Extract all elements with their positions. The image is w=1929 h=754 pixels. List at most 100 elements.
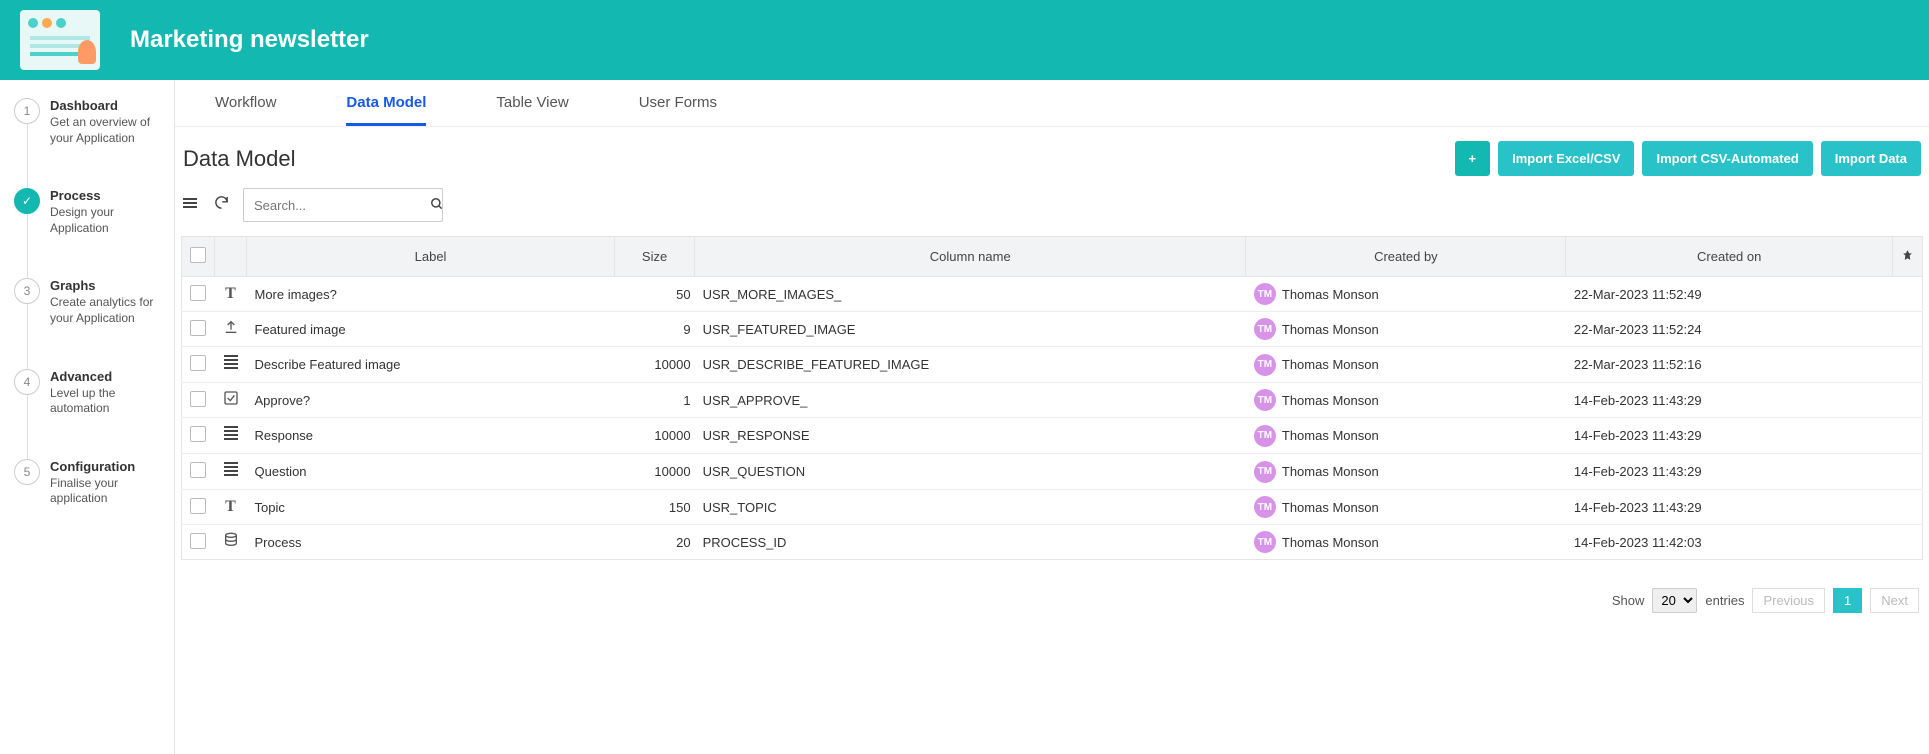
tab-table-view[interactable]: Table View	[496, 94, 568, 126]
cell-createdby: TMThomas Monson	[1246, 383, 1566, 418]
row-checkbox[interactable]	[190, 533, 206, 549]
search-icon[interactable]	[430, 197, 444, 214]
cell-column: PROCESS_ID	[695, 525, 1246, 560]
tab-workflow[interactable]: Workflow	[215, 94, 276, 126]
step-connector	[27, 395, 28, 459]
cell-pin	[1893, 454, 1923, 490]
row-checkbox[interactable]	[190, 391, 206, 407]
cell-createdon: 14-Feb-2023 11:42:03	[1566, 525, 1893, 560]
table-row[interactable]: Process20PROCESS_IDTMThomas Monson14-Feb…	[182, 525, 1923, 560]
import-excel-button[interactable]: Import Excel/CSV	[1498, 141, 1634, 176]
action-buttons: + Import Excel/CSV Import CSV-Automated …	[1455, 141, 1922, 176]
column-header-createdby[interactable]: Created by	[1246, 237, 1566, 277]
tabs: Workflow Data Model Table View User Forms	[175, 80, 1929, 127]
table-row[interactable]: TMore images?50USR_MORE_IMAGES_TMThomas …	[182, 277, 1923, 312]
cell-column: USR_MORE_IMAGES_	[695, 277, 1246, 312]
table-row[interactable]: Response10000USR_RESPONSETMThomas Monson…	[182, 418, 1923, 454]
sidebar-step-graphs[interactable]: 3GraphsCreate analytics for your Applica…	[14, 278, 164, 326]
cell-label: More images?	[247, 277, 615, 312]
import-csv-auto-button[interactable]: Import CSV-Automated	[1642, 141, 1812, 176]
column-header-pin[interactable]	[1893, 237, 1923, 277]
row-checkbox[interactable]	[190, 320, 206, 336]
step-title: Dashboard	[50, 98, 164, 113]
cell-column: USR_FEATURED_IMAGE	[695, 312, 1246, 347]
tab-user-forms[interactable]: User Forms	[639, 94, 717, 126]
add-button[interactable]: +	[1455, 141, 1491, 176]
table-row[interactable]: Featured image9USR_FEATURED_IMAGETMThoma…	[182, 312, 1923, 347]
pagination: Show 20 entries Previous 1 Next	[181, 560, 1923, 621]
toolbar	[181, 188, 1923, 236]
page-title: Data Model	[183, 146, 296, 172]
cell-column: USR_RESPONSE	[695, 418, 1246, 454]
row-checkbox[interactable]	[190, 285, 206, 301]
cell-createdby: TMThomas Monson	[1246, 525, 1566, 560]
avatar: TM	[1254, 425, 1276, 447]
page-size-select[interactable]: 20	[1652, 588, 1697, 613]
cell-size: 50	[615, 277, 695, 312]
avatar: TM	[1254, 496, 1276, 518]
pagination-show-label: Show	[1612, 593, 1645, 608]
column-header-createdon[interactable]: Created on	[1566, 237, 1893, 277]
menu-icon[interactable]	[183, 195, 201, 215]
cell-size: 10000	[615, 418, 695, 454]
cell-label: Approve?	[247, 383, 615, 418]
avatar: TM	[1254, 389, 1276, 411]
avatar: TM	[1254, 461, 1276, 483]
table-row[interactable]: Approve?1USR_APPROVE_TMThomas Monson14-F…	[182, 383, 1923, 418]
search-box[interactable]	[243, 188, 443, 222]
step-title: Graphs	[50, 278, 164, 293]
column-header-column[interactable]: Column name	[695, 237, 1246, 277]
search-input[interactable]	[254, 198, 430, 213]
cell-createdby: TMThomas Monson	[1246, 277, 1566, 312]
step-number-icon: 4	[14, 369, 40, 395]
cell-label: Featured image	[247, 312, 615, 347]
cell-column: USR_TOPIC	[695, 490, 1246, 525]
sidebar-step-dashboard[interactable]: 1DashboardGet an overview of your Applic…	[14, 98, 164, 146]
cell-createdon: 14-Feb-2023 11:43:29	[1566, 418, 1893, 454]
row-checkbox[interactable]	[190, 462, 206, 478]
row-checkbox[interactable]	[190, 426, 206, 442]
column-header-select[interactable]	[182, 237, 215, 277]
cell-size: 20	[615, 525, 695, 560]
type-icon	[215, 454, 247, 490]
next-page-button[interactable]: Next	[1870, 588, 1919, 613]
pagination-entries-label: entries	[1705, 593, 1744, 608]
refresh-icon[interactable]	[213, 194, 231, 216]
tab-data-model[interactable]: Data Model	[346, 94, 426, 126]
avatar: TM	[1254, 318, 1276, 340]
sidebar-step-configuration[interactable]: 5ConfigurationFinalise your application	[14, 459, 164, 507]
cell-column: USR_DESCRIBE_FEATURED_IMAGE	[695, 347, 1246, 383]
step-number-icon: 1	[14, 98, 40, 124]
cell-column: USR_QUESTION	[695, 454, 1246, 490]
page-1-button[interactable]: 1	[1833, 588, 1862, 613]
step-number-icon: 5	[14, 459, 40, 485]
table-row[interactable]: Question10000USR_QUESTIONTMThomas Monson…	[182, 454, 1923, 490]
step-desc: Design your Application	[50, 205, 164, 236]
cell-createdon: 14-Feb-2023 11:43:29	[1566, 454, 1893, 490]
sidebar-step-advanced[interactable]: 4AdvancedLevel up the automation	[14, 369, 164, 417]
cell-size: 150	[615, 490, 695, 525]
select-all-checkbox[interactable]	[190, 247, 206, 263]
avatar: TM	[1254, 531, 1276, 553]
main-panel: Workflow Data Model Table View User Forms D…	[175, 80, 1929, 754]
table-row[interactable]: Describe Featured image10000USR_DESCRIBE…	[182, 347, 1923, 383]
step-connector	[27, 304, 28, 368]
step-connector	[27, 214, 28, 278]
type-icon	[215, 418, 247, 454]
cell-size: 10000	[615, 454, 695, 490]
sidebar: 1DashboardGet an overview of your Applic…	[0, 80, 175, 754]
app-header: Marketing newsletter	[0, 0, 1929, 80]
table-row[interactable]: TTopic150USR_TOPICTMThomas Monson14-Feb-…	[182, 490, 1923, 525]
column-header-size[interactable]: Size	[615, 237, 695, 277]
prev-page-button[interactable]: Previous	[1752, 588, 1825, 613]
cell-createdon: 22-Mar-2023 11:52:16	[1566, 347, 1893, 383]
import-data-button[interactable]: Import Data	[1821, 141, 1921, 176]
sidebar-step-process[interactable]: ✓ProcessDesign your Application	[14, 188, 164, 236]
column-header-type	[215, 237, 247, 277]
row-checkbox[interactable]	[190, 498, 206, 514]
cell-label: Question	[247, 454, 615, 490]
column-header-label[interactable]: Label	[247, 237, 615, 277]
cell-label: Process	[247, 525, 615, 560]
cell-createdon: 14-Feb-2023 11:43:29	[1566, 490, 1893, 525]
row-checkbox[interactable]	[190, 355, 206, 371]
